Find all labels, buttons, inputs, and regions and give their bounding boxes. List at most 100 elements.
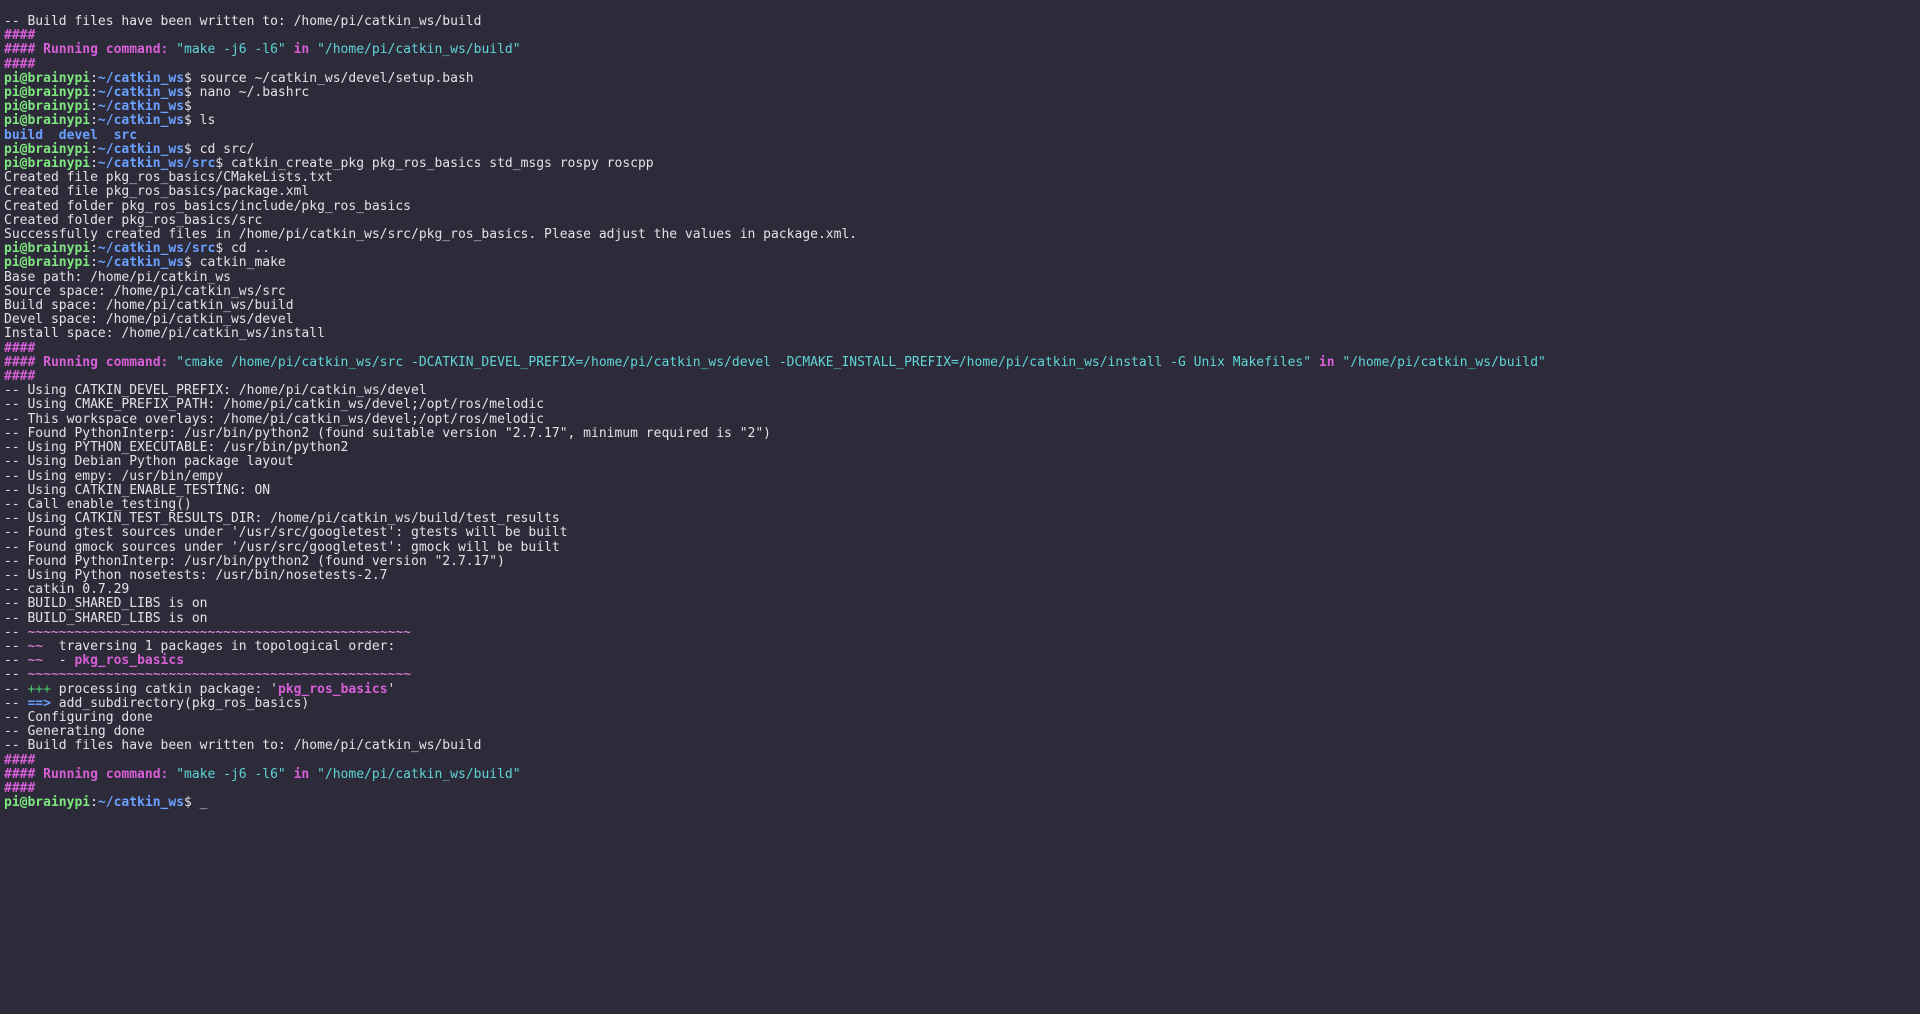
terminal-segment: ~/catkin_ws: [98, 99, 184, 114]
terminal-segment: ~/catkin_ws: [98, 142, 184, 157]
terminal-segment: Build space: /home/pi/catkin_ws/build: [4, 298, 294, 313]
terminal-line: Source space: /home/pi/catkin_ws/src: [4, 284, 286, 299]
terminal-segment: -- Build files have been written to: /ho…: [4, 14, 481, 29]
terminal-segment: -- Using CATKIN_TEST_RESULTS_DIR: /home/…: [4, 511, 560, 526]
terminal-segment: $ catkin_create_pkg pkg_ros_basics std_m…: [215, 156, 653, 171]
terminal-output[interactable]: -- Build files have been written to: /ho…: [0, 13, 1920, 812]
terminal-line: pi@brainypi:~/catkin_ws$ source ~/catkin…: [4, 71, 474, 86]
terminal-segment: in: [1311, 355, 1342, 370]
terminal-segment: :: [90, 85, 98, 100]
terminal-segment: :: [90, 795, 98, 810]
terminal-segment: ~/catkin_ws: [98, 85, 184, 100]
terminal-segment: ~~~~~~~~~~~~~~~~~~~~~~~~~~~~~~~~~~~~~~~~…: [27, 667, 411, 682]
terminal-line: pi@brainypi:~/catkin_ws$ _: [4, 795, 208, 810]
terminal-segment: Successfully created files in /home/pi/c…: [4, 227, 857, 242]
terminal-line: -- ~~~~~~~~~~~~~~~~~~~~~~~~~~~~~~~~~~~~~…: [4, 667, 411, 682]
terminal-line: -- Using CATKIN_ENABLE_TESTING: ON: [4, 483, 270, 498]
terminal-segment: src: [114, 128, 137, 143]
terminal-line: ####: [4, 781, 35, 796]
terminal-segment: -- Configuring done: [4, 710, 153, 725]
terminal-segment: processing catkin package: ': [51, 682, 278, 697]
terminal-segment: Created file pkg_ros_basics/package.xml: [4, 184, 309, 199]
terminal-segment: "make -j6 -l6": [176, 767, 286, 782]
terminal-line: pi@brainypi:~/catkin_ws$: [4, 99, 192, 114]
terminal-segment: "/home/pi/catkin_ws/build": [317, 767, 521, 782]
terminal-line: -- Build files have been written to: /ho…: [4, 14, 481, 29]
terminal-segment: ~/catkin_ws: [98, 255, 184, 270]
terminal-segment: pi@brainypi: [4, 113, 90, 128]
terminal-line: -- Using CATKIN_TEST_RESULTS_DIR: /home/…: [4, 511, 560, 526]
terminal-segment: ==>: [27, 696, 50, 711]
terminal-segment: ~/catkin_ws/src: [98, 156, 215, 171]
terminal-line: -- Found PythonInterp: /usr/bin/python2 …: [4, 554, 505, 569]
terminal-line: pi@brainypi:~/catkin_ws/src$ cd ..: [4, 241, 270, 256]
terminal-segment: Created folder pkg_ros_basics/include/pk…: [4, 199, 411, 214]
terminal-line: ####: [4, 369, 35, 384]
terminal-segment: pi@brainypi: [4, 795, 90, 810]
terminal-segment: "/home/pi/catkin_ws/build": [317, 42, 521, 57]
terminal-segment: --: [4, 625, 27, 640]
terminal-segment: :: [90, 99, 98, 114]
terminal-segment: ~/catkin_ws: [98, 113, 184, 128]
terminal-segment: :: [90, 241, 98, 256]
terminal-segment: -- BUILD_SHARED_LIBS is on: [4, 596, 208, 611]
terminal-segment: Devel space: /home/pi/catkin_ws/devel: [4, 312, 294, 327]
terminal-line: -- catkin 0.7.29: [4, 582, 129, 597]
terminal-line: -- BUILD_SHARED_LIBS is on: [4, 611, 208, 626]
terminal-segment: -- Using Python nosetests: /usr/bin/nose…: [4, 568, 388, 583]
terminal-segment: -: [43, 653, 74, 668]
terminal-line: -- This workspace overlays: /home/pi/cat…: [4, 412, 544, 427]
terminal-segment: -- Generating done: [4, 724, 145, 739]
terminal-segment: ####: [4, 57, 35, 72]
terminal-segment: :: [90, 156, 98, 171]
terminal-line: -- Using empy: /usr/bin/empy: [4, 469, 223, 484]
terminal-segment: $ nano ~/.bashrc: [184, 85, 309, 100]
terminal-segment: "cmake /home/pi/catkin_ws/src -DCATKIN_D…: [176, 355, 1311, 370]
terminal-segment: ####: [4, 781, 35, 796]
terminal-segment: Created file pkg_ros_basics/CMakeLists.t…: [4, 170, 333, 185]
terminal-segment: "/home/pi/catkin_ws/build": [1342, 355, 1546, 370]
terminal-line: #### Running command: "cmake /home/pi/ca…: [4, 355, 1546, 370]
terminal-line: Created folder pkg_ros_basics/src: [4, 213, 262, 228]
terminal-segment: ####: [4, 369, 35, 384]
terminal-segment: :: [90, 71, 98, 86]
terminal-line: -- Found PythonInterp: /usr/bin/python2 …: [4, 426, 771, 441]
terminal-line: pi@brainypi:~/catkin_ws$ nano ~/.bashrc: [4, 85, 309, 100]
terminal-line: -- ~~ - pkg_ros_basics: [4, 653, 184, 668]
terminal-segment: pi@brainypi: [4, 71, 90, 86]
terminal-segment: -- This workspace overlays: /home/pi/cat…: [4, 412, 544, 427]
terminal-line: ####: [4, 753, 35, 768]
terminal-segment: -- Using CATKIN_DEVEL_PREFIX: /home/pi/c…: [4, 383, 427, 398]
terminal-line: build devel src: [4, 128, 137, 143]
terminal-segment: ~/catkin_ws/src: [98, 241, 215, 256]
terminal-segment: --: [4, 667, 27, 682]
terminal-segment: pi@brainypi: [4, 85, 90, 100]
terminal-segment: in: [286, 42, 317, 57]
terminal-line: pi@brainypi:~/catkin_ws$ ls: [4, 113, 215, 128]
terminal-segment: Base path: /home/pi/catkin_ws: [4, 270, 231, 285]
terminal-segment: -- catkin 0.7.29: [4, 582, 129, 597]
terminal-line: ####: [4, 341, 35, 356]
terminal-segment: -- Found gtest sources under '/usr/src/g…: [4, 525, 568, 540]
terminal-segment: pkg_ros_basics: [74, 653, 184, 668]
terminal-segment: devel: [59, 128, 98, 143]
terminal-segment: -- Found gmock sources under '/usr/src/g…: [4, 540, 560, 555]
terminal-segment: ####: [4, 341, 35, 356]
terminal-segment: ~~: [27, 653, 43, 668]
terminal-segment: Install space: /home/pi/catkin_ws/instal…: [4, 326, 325, 341]
terminal-segment: ~~~~~~~~~~~~~~~~~~~~~~~~~~~~~~~~~~~~~~~~…: [27, 625, 411, 640]
terminal-line: -- Using CATKIN_DEVEL_PREFIX: /home/pi/c…: [4, 383, 427, 398]
terminal-segment: -- Found PythonInterp: /usr/bin/python2 …: [4, 426, 771, 441]
terminal-line: -- Using PYTHON_EXECUTABLE: /usr/bin/pyt…: [4, 440, 348, 455]
terminal-line: -- Configuring done: [4, 710, 153, 725]
terminal-segment: --: [4, 682, 27, 697]
terminal-segment: _: [200, 796, 208, 810]
terminal-line: Install space: /home/pi/catkin_ws/instal…: [4, 326, 325, 341]
terminal-segment: --: [4, 696, 27, 711]
terminal-line: -- Using Debian Python package layout: [4, 454, 294, 469]
terminal-segment: $ catkin_make: [184, 255, 286, 270]
terminal-line: -- Build files have been written to: /ho…: [4, 738, 481, 753]
terminal-line: #### Running command: "make -j6 -l6" in …: [4, 42, 521, 57]
terminal-segment: ####: [4, 28, 35, 43]
terminal-line: ####: [4, 28, 35, 43]
